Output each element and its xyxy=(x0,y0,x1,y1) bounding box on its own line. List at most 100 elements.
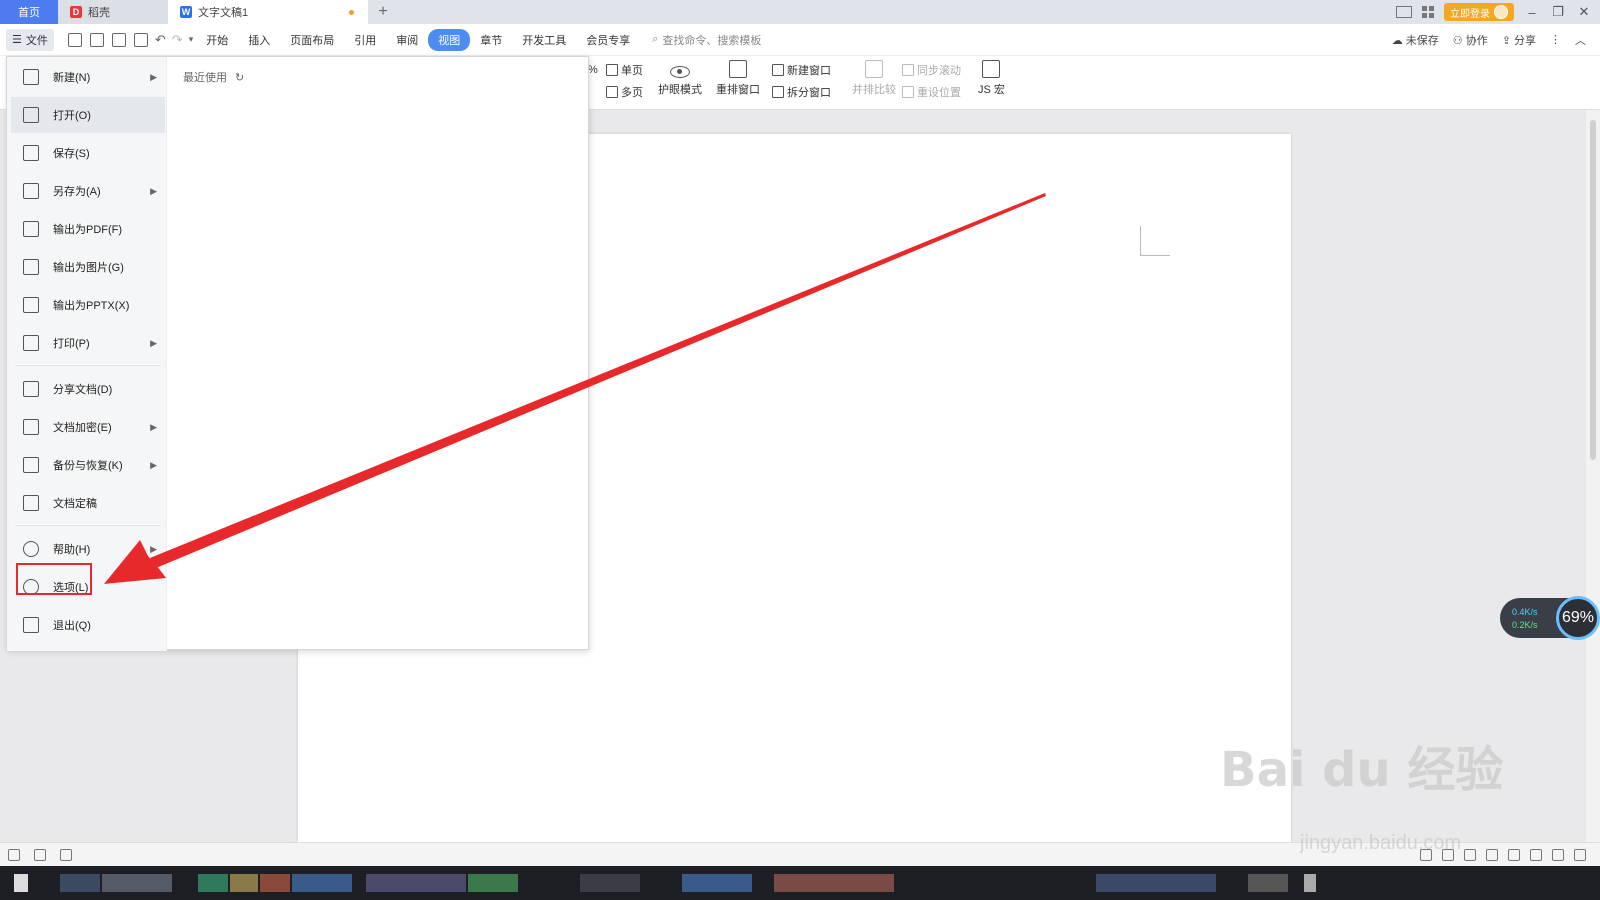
file-menu-finalize[interactable]: 文档定稿 xyxy=(11,485,165,521)
multi-page-button[interactable]: 多页 xyxy=(606,84,643,100)
tab-home[interactable]: 首页 xyxy=(0,0,58,24)
file-menu-print[interactable]: 打印(P) ▶ xyxy=(11,325,165,361)
minimize-icon[interactable]: – xyxy=(1524,5,1540,20)
file-menu-export-pdf[interactable]: 输出为PDF(F) xyxy=(11,211,165,247)
file-menu-export-pptx[interactable]: 输出为PPTX(X) xyxy=(11,287,165,323)
file-menu-share[interactable]: 分享文档(D) xyxy=(11,371,165,407)
print-quick-icon[interactable] xyxy=(111,32,126,47)
login-label: 立即登录 xyxy=(1450,8,1490,20)
taskbar-app[interactable] xyxy=(774,874,894,892)
refresh-icon[interactable]: ↻ xyxy=(235,71,244,84)
collapse-ribbon-icon[interactable]: ︿ xyxy=(1575,32,1586,48)
speed-rates: 0.4K/s 0.2K/s xyxy=(1500,607,1538,630)
taskbar-app[interactable] xyxy=(580,874,640,892)
export-pptx-icon xyxy=(23,297,39,313)
redo-icon[interactable]: ↷ xyxy=(172,32,183,48)
apps-grid-icon[interactable] xyxy=(1422,6,1434,18)
new-tab-button[interactable]: + xyxy=(368,0,398,24)
network-speed-widget[interactable]: 0.4K/s 0.2K/s 69% xyxy=(1500,596,1600,640)
taskbar-app[interactable] xyxy=(468,874,518,892)
unsaved-label: 未保存 xyxy=(1405,34,1439,47)
tab-member[interactable]: 会员专享 xyxy=(576,29,640,51)
file-menu-button[interactable]: ☰ 文件 xyxy=(6,28,54,51)
restore-icon[interactable]: ❐ xyxy=(1550,4,1566,20)
login-button[interactable]: 立即登录 xyxy=(1444,3,1514,21)
taskbar-app[interactable] xyxy=(366,874,466,892)
file-menu-encrypt[interactable]: 文档加密(E) ▶ xyxy=(11,409,165,445)
quick-access-more-icon[interactable]: ▾ xyxy=(189,34,194,45)
file-menu-save-as[interactable]: 另存为(A) ▶ xyxy=(11,173,165,209)
reset-position-button[interactable]: 重设位置 xyxy=(902,84,961,100)
tab-daoke[interactable]: D 稻壳 xyxy=(58,0,168,24)
taskbar-clock[interactable] xyxy=(1248,874,1288,892)
export-quick-icon[interactable] xyxy=(89,32,104,47)
share-button[interactable]: ⇪ 分享 xyxy=(1502,32,1536,48)
file-menu-exit[interactable]: 退出(Q) xyxy=(11,607,165,643)
taskbar-app[interactable] xyxy=(230,874,258,892)
chevron-right-icon: ▶ xyxy=(150,337,157,348)
file-menu-save[interactable]: 保存(S) xyxy=(11,135,165,171)
notification-icon[interactable] xyxy=(1304,874,1316,892)
tab-chapter[interactable]: 章节 xyxy=(470,29,512,51)
watermark-text: Bai du 经验 xyxy=(1220,742,1504,798)
js-macro-label: JS 宏 xyxy=(978,84,1005,96)
more-icon[interactable]: ⋮ xyxy=(1550,33,1561,46)
sync-scroll-button[interactable]: 同步滚动 xyxy=(902,62,961,78)
unsaved-button[interactable]: ☁ 未保存 xyxy=(1392,32,1439,48)
zoom-icon[interactable] xyxy=(1552,848,1564,861)
taskbar-app[interactable] xyxy=(60,874,100,892)
undo-icon[interactable]: ↶ xyxy=(155,32,166,48)
side-by-side-button[interactable]: 并排比较 xyxy=(852,60,896,97)
taskbar-app[interactable] xyxy=(682,874,752,892)
file-menu-export-image[interactable]: 输出为图片(G) xyxy=(11,249,165,285)
save-quick-icon[interactable] xyxy=(67,32,82,47)
outline-view-icon[interactable] xyxy=(1464,848,1476,861)
file-menu-item-label: 保存(S) xyxy=(53,148,90,160)
js-macro-button[interactable]: JS 宏 xyxy=(978,60,1005,97)
command-search[interactable]: ⌕ 查找命令、搜索模板 xyxy=(652,32,761,48)
close-icon[interactable]: ✕ xyxy=(1576,4,1592,20)
fullscreen-icon[interactable] xyxy=(1574,848,1586,861)
split-window-button[interactable]: 拆分窗口 xyxy=(772,84,831,100)
file-menu-open[interactable]: 打开(O) xyxy=(11,97,165,133)
pen-icon[interactable] xyxy=(1530,848,1542,861)
margin-corner-mark xyxy=(1140,226,1170,256)
collab-button[interactable]: ⚇ 协作 xyxy=(1453,32,1488,48)
new-window-button[interactable]: 新建窗口 xyxy=(772,62,831,78)
taskbar-app[interactable] xyxy=(1096,874,1216,892)
hamburger-icon: ☰ xyxy=(12,34,22,46)
file-menu-item-label: 备份与恢复(K) xyxy=(53,460,123,472)
spellcheck-icon[interactable] xyxy=(60,848,72,861)
tab-start[interactable]: 开始 xyxy=(196,29,238,51)
tab-review[interactable]: 审阅 xyxy=(386,29,428,51)
read-view-icon[interactable] xyxy=(1486,848,1498,861)
single-page-button[interactable]: 单页 xyxy=(606,62,643,78)
taskbar-app[interactable] xyxy=(260,874,290,892)
file-menu-backup[interactable]: 备份与恢复(K) ▶ xyxy=(11,447,165,483)
share-doc-icon xyxy=(23,381,39,397)
taskbar-app[interactable] xyxy=(292,874,352,892)
tab-document[interactable]: W 文字文稿1 xyxy=(168,0,368,24)
rearrange-window-button[interactable]: 重排窗口 xyxy=(716,60,760,97)
scrollbar-thumb[interactable] xyxy=(1590,120,1596,460)
tab-insert[interactable]: 插入 xyxy=(238,29,280,51)
eye-mode-button[interactable]: 护眼模式 xyxy=(658,60,702,97)
start-icon[interactable] xyxy=(14,874,28,892)
taskbar-app[interactable] xyxy=(102,874,172,892)
word-count-icon[interactable] xyxy=(34,848,46,861)
taskbar-app[interactable] xyxy=(198,874,228,892)
preview-quick-icon[interactable] xyxy=(133,32,148,47)
page-status-icon[interactable] xyxy=(8,848,20,861)
finalize-icon xyxy=(23,495,39,511)
file-menu-new[interactable]: 新建(N) ▶ xyxy=(11,59,165,95)
tab-developer[interactable]: 开发工具 xyxy=(512,29,576,51)
chevron-right-icon: ▶ xyxy=(150,421,157,432)
layout-icon[interactable] xyxy=(1396,6,1412,18)
file-menu-help[interactable]: 帮助(H) ▶ xyxy=(11,531,165,567)
tab-view[interactable]: 视图 xyxy=(428,28,471,51)
web-view-icon[interactable] xyxy=(1508,848,1520,861)
vertical-scrollbar[interactable] xyxy=(1586,110,1600,842)
tab-references[interactable]: 引用 xyxy=(344,29,386,51)
tab-page-layout[interactable]: 页面布局 xyxy=(280,29,344,51)
memory-percent: 69% xyxy=(1556,596,1600,640)
